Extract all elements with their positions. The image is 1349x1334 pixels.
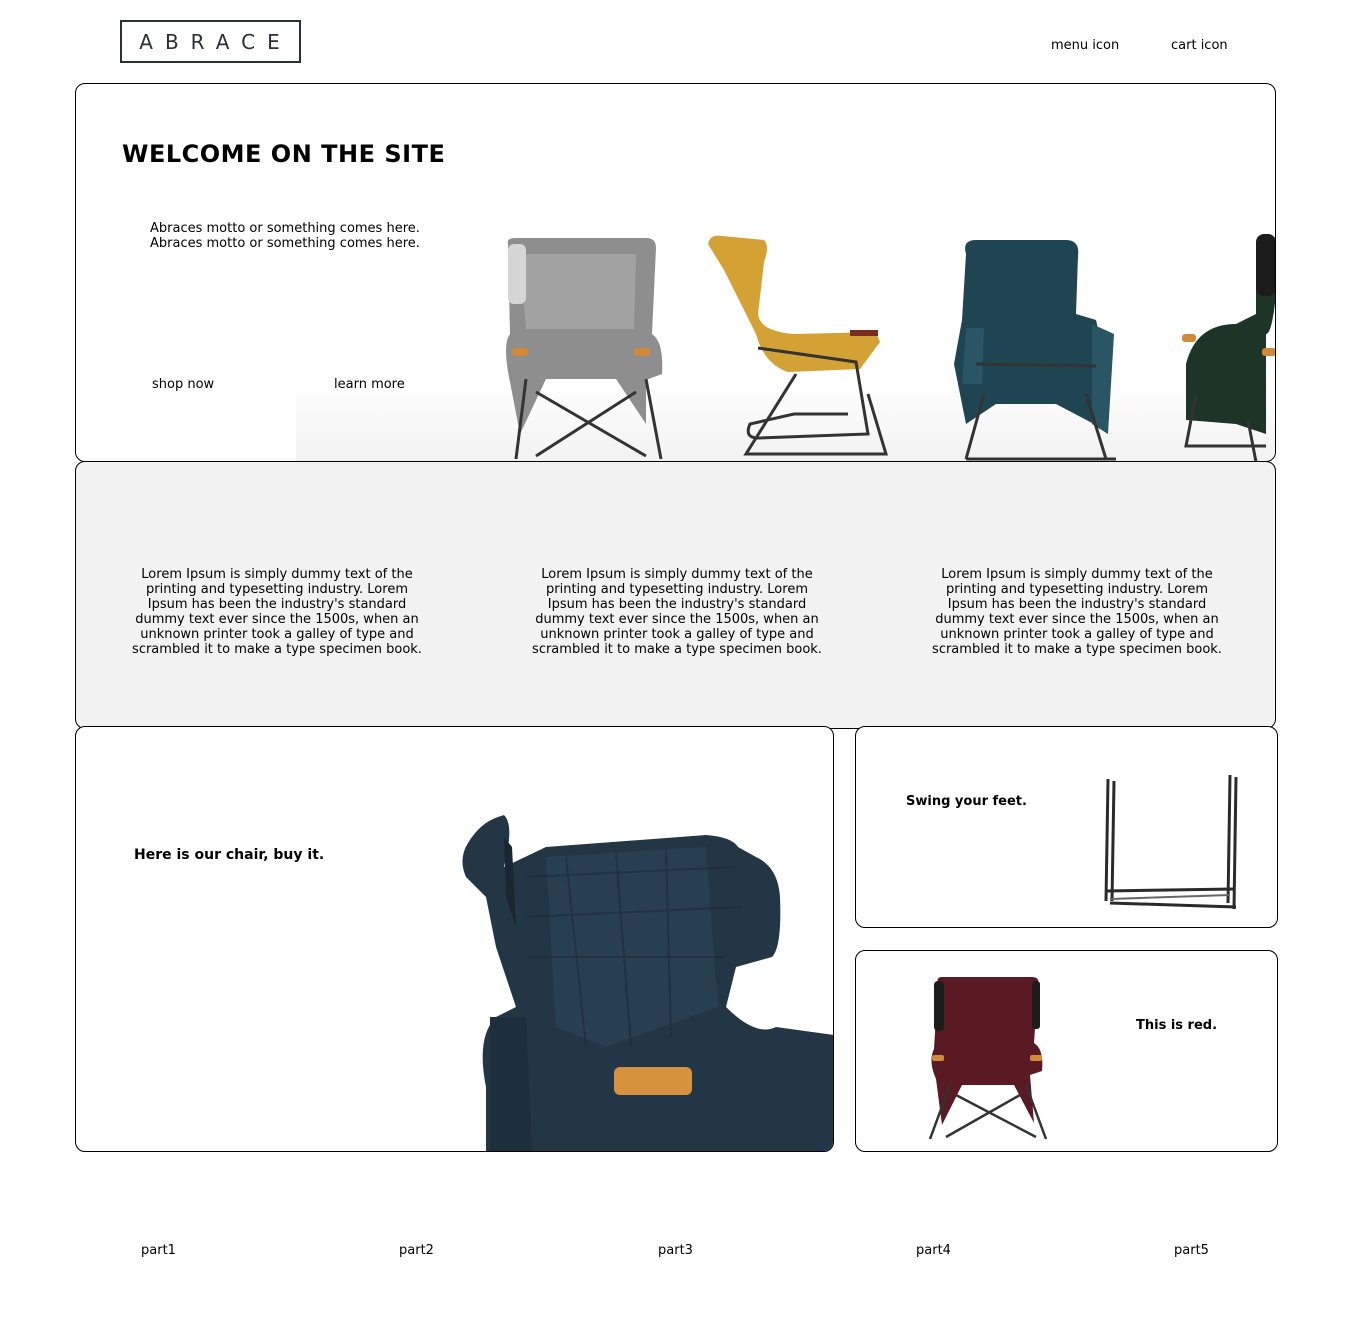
hero-motto: Abraces motto or something comes here. A… xyxy=(150,221,420,251)
feature-text-2: Lorem Ipsum is simply dummy text of the … xyxy=(532,567,822,657)
teal-chair-image xyxy=(954,240,1116,461)
feature-text-1: Lorem Ipsum is simply dummy text of the … xyxy=(132,567,422,657)
product-card-red[interactable]: This is red. xyxy=(855,950,1278,1152)
grey-chair-image xyxy=(506,238,663,460)
product-card-main[interactable]: Here is our chair, buy it. xyxy=(75,726,834,1152)
shop-now-button[interactable]: shop now xyxy=(152,377,214,392)
green-chair-image xyxy=(1182,234,1275,461)
cart-link[interactable]: cart icon xyxy=(1171,38,1228,53)
features-section: Lorem Ipsum is simply dummy text of the … xyxy=(75,461,1276,729)
product-card-swing-title: Swing your feet. xyxy=(906,794,1027,809)
chair-frame-image xyxy=(1104,774,1238,910)
menu-link[interactable]: menu icon xyxy=(1051,38,1119,53)
feature-text-3: Lorem Ipsum is simply dummy text of the … xyxy=(932,567,1222,657)
footer-link-part5[interactable]: part5 xyxy=(1174,1243,1209,1258)
footer-link-part4[interactable]: part4 xyxy=(916,1243,951,1258)
product-card-red-title: This is red. xyxy=(1136,1018,1218,1033)
hero-chairs-image xyxy=(506,234,1275,461)
footer-link-part2[interactable]: part2 xyxy=(399,1243,434,1258)
product-card-main-title: Here is our chair, buy it. xyxy=(134,847,325,863)
blue-chair-image xyxy=(462,815,833,1151)
footer-link-part1[interactable]: part1 xyxy=(141,1243,176,1258)
product-card-swing[interactable]: Swing your feet. xyxy=(855,726,1278,928)
brand-logo[interactable]: ABRACE xyxy=(120,20,301,63)
yellow-chair-image xyxy=(708,235,889,456)
footer-link-part3[interactable]: part3 xyxy=(658,1243,693,1258)
red-chair-image xyxy=(928,977,1048,1140)
learn-more-button[interactable]: learn more xyxy=(334,377,405,392)
hero-section: WELCOME ON THE SITE Abraces motto or som… xyxy=(75,83,1276,462)
hero-title: WELCOME ON THE SITE xyxy=(122,140,446,168)
logo-text: ABRACE xyxy=(139,29,292,54)
